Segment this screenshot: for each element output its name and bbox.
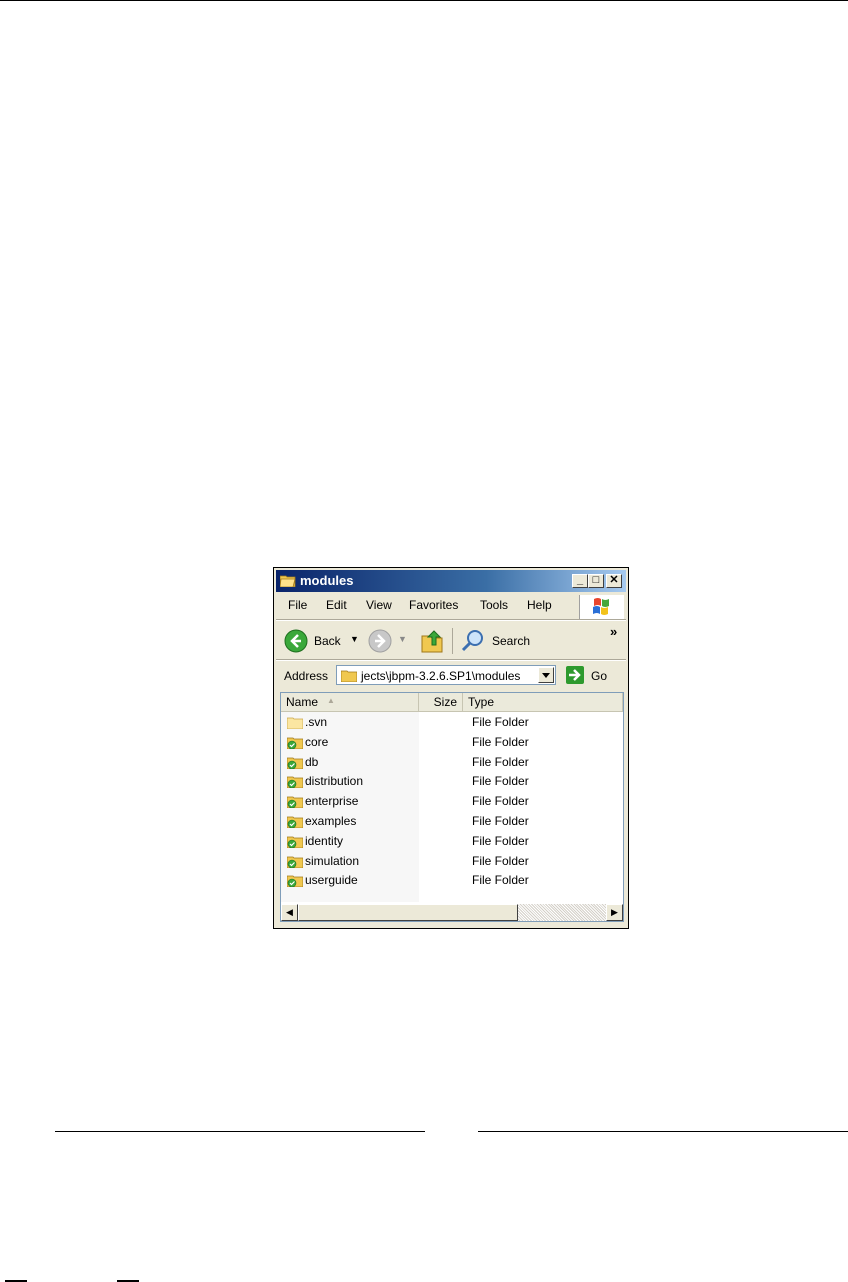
title-bar[interactable]: modules _ □ ✕ [276, 570, 626, 592]
window-title: modules [300, 573, 354, 588]
address-dropdown-button[interactable] [538, 667, 554, 683]
svn-folder-icon [287, 875, 303, 888]
column-name-label: Name [286, 695, 319, 709]
scroll-thumb[interactable] [298, 904, 518, 921]
file-list: Name ▲ Size Type .svn File Folder core File… [280, 692, 624, 922]
menu-separator [276, 619, 626, 621]
column-header-name[interactable]: Name ▲ [281, 693, 419, 711]
address-value: jects\jbpm-3.2.6.SP1\modules [361, 669, 521, 683]
address-label: Address [284, 669, 329, 683]
list-item[interactable]: core File Folder [281, 733, 623, 752]
column-header-type[interactable]: Type [463, 693, 623, 711]
forward-dropdown-icon[interactable]: ▼ [398, 634, 407, 644]
list-item[interactable]: identity File Folder [281, 832, 623, 851]
back-button-label[interactable]: Back [314, 634, 341, 648]
svn-folder-icon [287, 856, 303, 868]
chevron-down-icon [542, 673, 550, 678]
menu-view[interactable]: View [366, 598, 392, 612]
svn-folder-icon [287, 757, 303, 769]
address-bar: Address jects\jbpm-3.2.6.SP1\modules Go [276, 662, 626, 688]
file-name: userguide [305, 873, 358, 888]
file-type: File Folder [472, 715, 529, 729]
menu-bar: File Edit View Favorites Tools Help [276, 594, 626, 616]
file-type: File Folder [472, 853, 529, 868]
file-type: File Folder [472, 754, 529, 769]
file-type: File Folder [472, 734, 529, 749]
search-icon[interactable] [460, 628, 486, 654]
list-item[interactable]: .svn File Folder [281, 713, 623, 732]
file-type: File Folder [472, 794, 529, 809]
list-header: Name ▲ Size Type [281, 693, 623, 712]
file-name: identity [305, 833, 344, 848]
back-arrow-icon[interactable] [284, 629, 308, 653]
file-type: File Folder [472, 774, 529, 789]
menu-tools[interactable]: Tools [480, 598, 508, 612]
list-item[interactable]: simulation File Folder [281, 852, 623, 871]
minimize-button[interactable]: _ [572, 574, 588, 588]
file-type: File Folder [472, 873, 529, 888]
column-size-label: Size [433, 695, 457, 709]
forward-arrow-icon[interactable] [368, 629, 392, 653]
list-item[interactable]: db File Folder [281, 753, 623, 772]
menu-edit[interactable]: Edit [326, 598, 347, 612]
column-type-label: Type [468, 695, 495, 709]
toolbar: Back ▼ ▼ Search » [276, 622, 626, 658]
file-name: enterprise [305, 794, 359, 809]
scroll-left-button[interactable]: ◀ [281, 904, 298, 921]
list-item[interactable]: distribution File Folder [281, 772, 623, 791]
column-header-size[interactable]: Size [419, 693, 463, 711]
plain-folder-icon [287, 717, 303, 729]
svn-folder-icon [287, 836, 303, 848]
folder-icon [341, 670, 357, 682]
folder-open-icon [280, 575, 296, 587]
file-name: db [305, 754, 319, 769]
file-name: simulation [305, 853, 360, 868]
svn-folder-icon [287, 776, 303, 789]
back-dropdown-icon[interactable]: ▼ [350, 634, 359, 644]
toolbar-separator [452, 628, 453, 654]
file-name: distribution [305, 774, 364, 789]
svn-folder-icon [287, 816, 303, 828]
file-name: examples [305, 814, 357, 828]
close-button[interactable]: ✕ [606, 574, 622, 588]
svn-folder-icon [287, 796, 303, 809]
sort-ascending-icon: ▲ [327, 696, 335, 705]
windows-flag-icon [593, 598, 609, 615]
address-input[interactable]: jects\jbpm-3.2.6.SP1\modules [336, 665, 556, 685]
windows-logo [579, 595, 624, 619]
toolbar-separator-bottom [276, 659, 626, 661]
horizontal-scrollbar[interactable]: ◀ ▶ [281, 904, 623, 921]
scroll-right-button[interactable]: ▶ [606, 904, 623, 921]
scroll-track[interactable] [518, 904, 606, 921]
toolbar-overflow-icon[interactable]: » [610, 624, 617, 639]
explorer-window: modules _ □ ✕ File Edit View Favorites T… [273, 567, 629, 929]
search-button-label[interactable]: Search [492, 634, 530, 648]
footer-rule-left [55, 1131, 425, 1132]
go-button-label[interactable]: Go [591, 669, 607, 683]
footer-rule-right [478, 1131, 848, 1132]
file-type: File Folder [472, 814, 529, 828]
menu-file[interactable]: File [288, 598, 307, 612]
folder-up-icon[interactable] [420, 628, 444, 654]
list-item[interactable]: enterprise File Folder [281, 792, 623, 811]
top-rule [0, 0, 848, 1]
list-item[interactable]: userguide File Folder [281, 871, 623, 890]
file-name: core [305, 734, 329, 749]
file-type: File Folder [472, 833, 529, 848]
menu-help[interactable]: Help [527, 598, 552, 612]
svn-folder-icon [287, 737, 303, 749]
list-item[interactable]: examples File Folder [281, 812, 623, 831]
file-name: .svn [305, 715, 328, 729]
menu-favorites[interactable]: Favorites [409, 598, 458, 612]
go-arrow-icon[interactable] [566, 666, 584, 684]
maximize-button[interactable]: □ [588, 574, 604, 588]
